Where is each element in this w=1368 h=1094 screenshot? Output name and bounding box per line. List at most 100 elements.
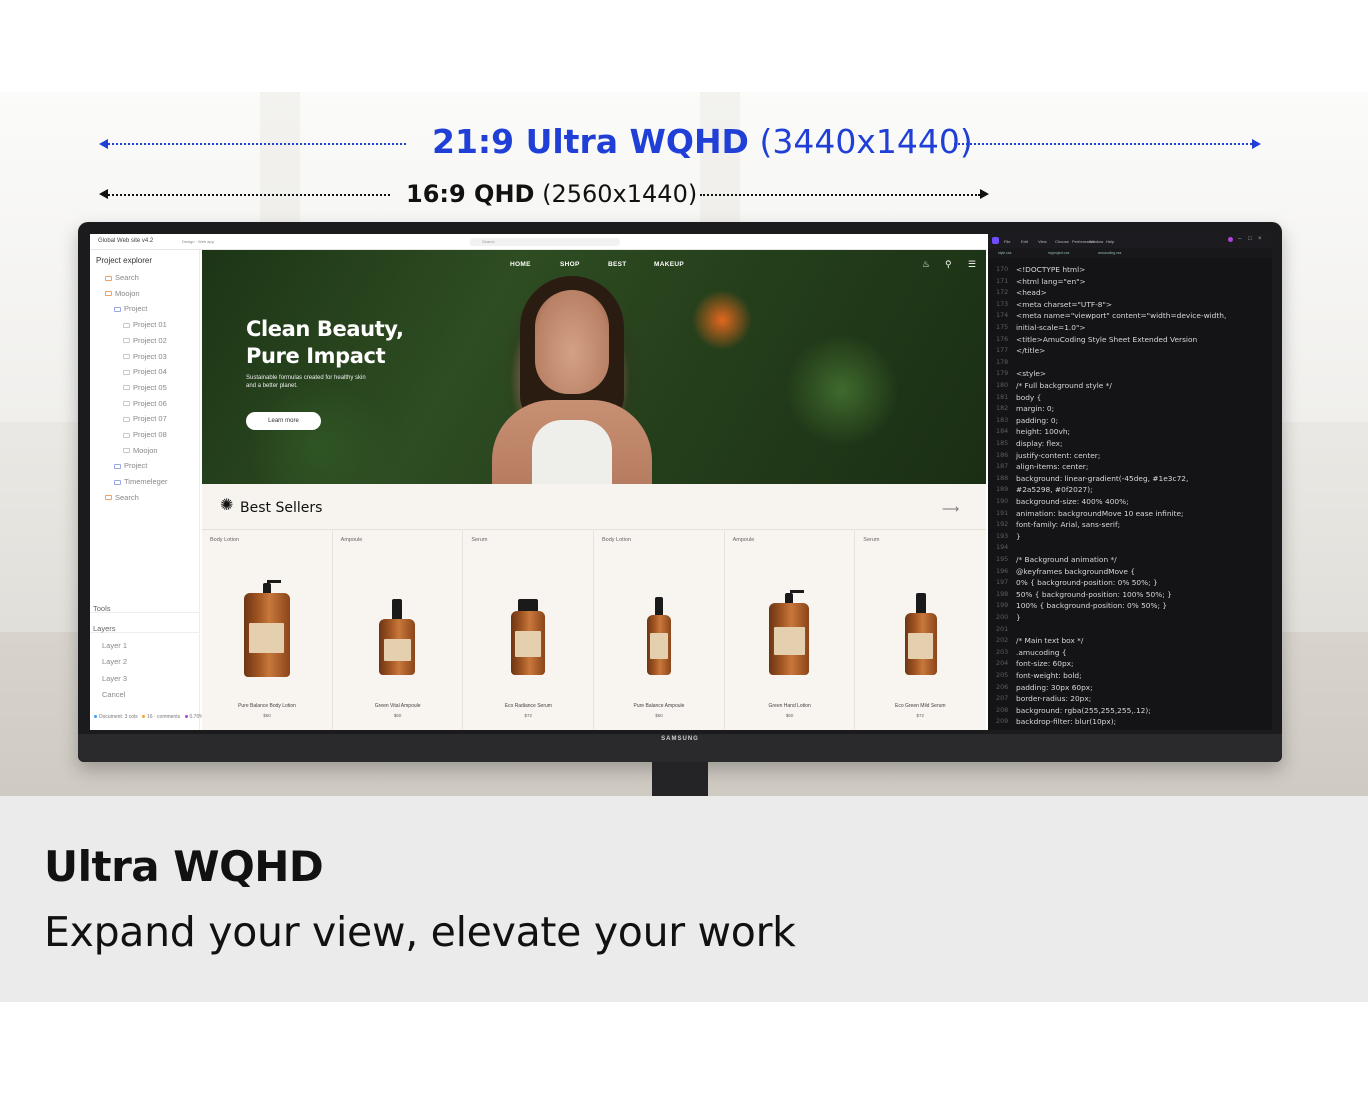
editor-tab[interactable]: style.css [998,251,1011,255]
explorer-item[interactable]: Project 02 [123,335,167,347]
code-line[interactable]: 202 /* Main text box */ [988,635,1272,647]
code-line[interactable]: 196 @keyframes backgroundMove { [988,566,1272,578]
editor-menu-item[interactable]: View [1038,239,1047,244]
layers-section[interactable]: Layers [93,624,116,633]
code-line[interactable]: 207 border-radius: 20px; [988,693,1272,705]
code-text: /* Background animation */ [1016,555,1117,564]
layer-item[interactable]: Layer 3 [102,674,127,683]
layer-item[interactable]: Layer 1 [102,641,127,650]
layer-item[interactable]: Layer 2 [102,657,127,666]
code-line[interactable]: 180 /* Full background style */ [988,380,1272,392]
code-line[interactable]: 190 background-size: 400% 400%; [988,496,1272,508]
product-price: $60 [785,713,794,718]
website-preview: HOME SHOP BEST MAKEUP ♨ ⚲ ☰ Clean Beauty… [202,250,986,730]
nav-best[interactable]: BEST [608,261,627,268]
bell-icon[interactable]: ♨ [922,260,930,269]
code-line[interactable]: 209 backdrop-filter: blur(10px); [988,716,1272,728]
explorer-item[interactable]: Project 03 [123,351,167,363]
product-card[interactable]: Body Lotion Pure Balance Ampoule $60 [593,531,725,730]
code-line[interactable]: 204 font-size: 60px; [988,658,1272,670]
product-card[interactable]: Ampoule Green Vital Ampoule $60 [332,531,464,730]
ultra-left-dotted-line [108,143,406,145]
search-icon[interactable]: ⚲ [945,260,952,269]
code-text: display: flex; [1016,439,1063,448]
product-price: $60 [655,713,663,718]
app-search-tab[interactable]: Search [470,238,620,246]
code-line[interactable]: 205 font-weight: bold; [988,670,1272,682]
editor-menu-item[interactable]: Choose [1055,239,1069,244]
explorer-item[interactable]: Project 06 [123,398,167,410]
code-line[interactable]: 174 <meta name="viewport" content="width=… [988,310,1272,322]
code-line[interactable]: 181 body { [988,392,1272,404]
minimize-icon[interactable]: – [1238,236,1241,242]
explorer-item[interactable]: Project 07 [123,413,167,425]
bottle-cap [262,583,271,593]
code-line[interactable]: 187 align-items: center; [988,461,1272,473]
code-line[interactable]: 199 100% { background-position: 0% 50%; … [988,600,1272,612]
explorer-item[interactable]: Project [114,460,147,472]
code-line[interactable]: 170 <!DOCTYPE html> [988,264,1272,276]
product-card[interactable]: Ampoule Green Hand Lotion $60 [724,531,856,730]
editor-menu-item[interactable]: Edit [1021,239,1028,244]
explorer-item[interactable]: Project [114,303,147,315]
explorer-item[interactable]: Moojon [105,288,140,300]
nav-shop[interactable]: SHOP [560,261,580,268]
explorer-item[interactable]: Timemeleger [114,476,167,488]
editor-tab[interactable]: amucoding.css [1098,251,1121,255]
editor-tab[interactable]: myproject.css [1048,251,1069,255]
explorer-item[interactable]: Search [105,272,139,284]
explorer-item[interactable]: Project 08 [123,429,167,441]
code-line[interactable]: 173 <meta charset="UTF-8"> [988,299,1272,311]
code-line[interactable]: 175 initial-scale=1.0"> [988,322,1272,334]
code-line[interactable]: 192 font-family: Arial, sans-serif; [988,519,1272,531]
code-line[interactable]: 171 <html lang="en"> [988,276,1272,288]
code-line[interactable]: 179 <style> [988,368,1272,380]
code-line[interactable]: 185 display: flex; [988,438,1272,450]
arrow-right-icon[interactable]: ⟶ [942,502,959,516]
menu-icon[interactable]: ☰ [968,260,976,269]
nav-home[interactable]: HOME [510,261,531,268]
product-category: Body Lotion [601,537,632,543]
explorer-item[interactable]: Project 01 [123,319,167,331]
tools-section[interactable]: Tools [93,604,111,613]
code-text: </title> [1016,346,1046,356]
code-line[interactable]: 195 /* Background animation */ [988,554,1272,566]
code-line[interactable]: 172 <head> [988,287,1272,299]
code-line[interactable]: 203 .amucoding { [988,647,1272,659]
code-line[interactable]: 186 justify-content: center; [988,450,1272,462]
close-icon[interactable]: × [1258,236,1262,242]
code-line[interactable]: 208 background: rgba(255,255,255,.12); [988,705,1272,717]
nav-makeup[interactable]: MAKEUP [654,261,684,268]
code-line[interactable]: 197 0% { background-position: 0% 50%; } [988,577,1272,589]
code-line[interactable]: 200 } [988,612,1272,624]
product-card[interactable]: Body Lotion Pure Balance Body Lotion $60 [202,531,333,730]
explorer-item[interactable]: Search [105,492,139,504]
code-line[interactable]: 184 height: 100vh; [988,426,1272,438]
product-card[interactable]: Serum Eco Green Mild Serum $72 [855,531,986,730]
editor-menu-item[interactable]: File [1004,239,1010,244]
code-line[interactable]: 191 animation: backgroundMove 10 ease in… [988,508,1272,520]
code-line[interactable]: 201 [988,624,1272,636]
code-line[interactable]: 198 50% { background-position: 100% 50%;… [988,589,1272,601]
code-line[interactable]: 206 padding: 30px 60px; [988,682,1272,694]
code-line[interactable]: 183 padding: 0; [988,415,1272,427]
code-line[interactable]: 176 <title>AmuCoding Style Sheet Extended… [988,334,1272,346]
code-line[interactable]: 182 margin: 0; [988,403,1272,415]
code-line[interactable]: 188 background: linear-gradient(-45deg, … [988,473,1272,485]
code-line[interactable]: 177 </title> [988,345,1272,357]
code-line[interactable]: 189 #2a5298, #0f2027); [988,484,1272,496]
editor-menu-item[interactable]: Help [1106,239,1114,244]
explorer-item[interactable]: Project 04 [123,366,167,378]
product-card[interactable]: Serum Eco Radiance Serum $72 [463,531,594,730]
line-number: 192 [996,520,1009,529]
learn-more-button[interactable]: Learn more [246,412,321,430]
code-line[interactable]: 178 [988,357,1272,369]
line-number: 180 [996,381,1009,389]
code-line[interactable]: 194 [988,542,1272,554]
editor-menu-item[interactable]: Window [1089,239,1103,244]
layer-cancel[interactable]: Cancel [102,690,125,699]
explorer-item[interactable]: Project 05 [123,382,167,394]
maximize-icon[interactable]: □ [1248,236,1252,242]
code-line[interactable]: 193 } [988,531,1272,543]
explorer-item[interactable]: Moojon [123,445,158,457]
